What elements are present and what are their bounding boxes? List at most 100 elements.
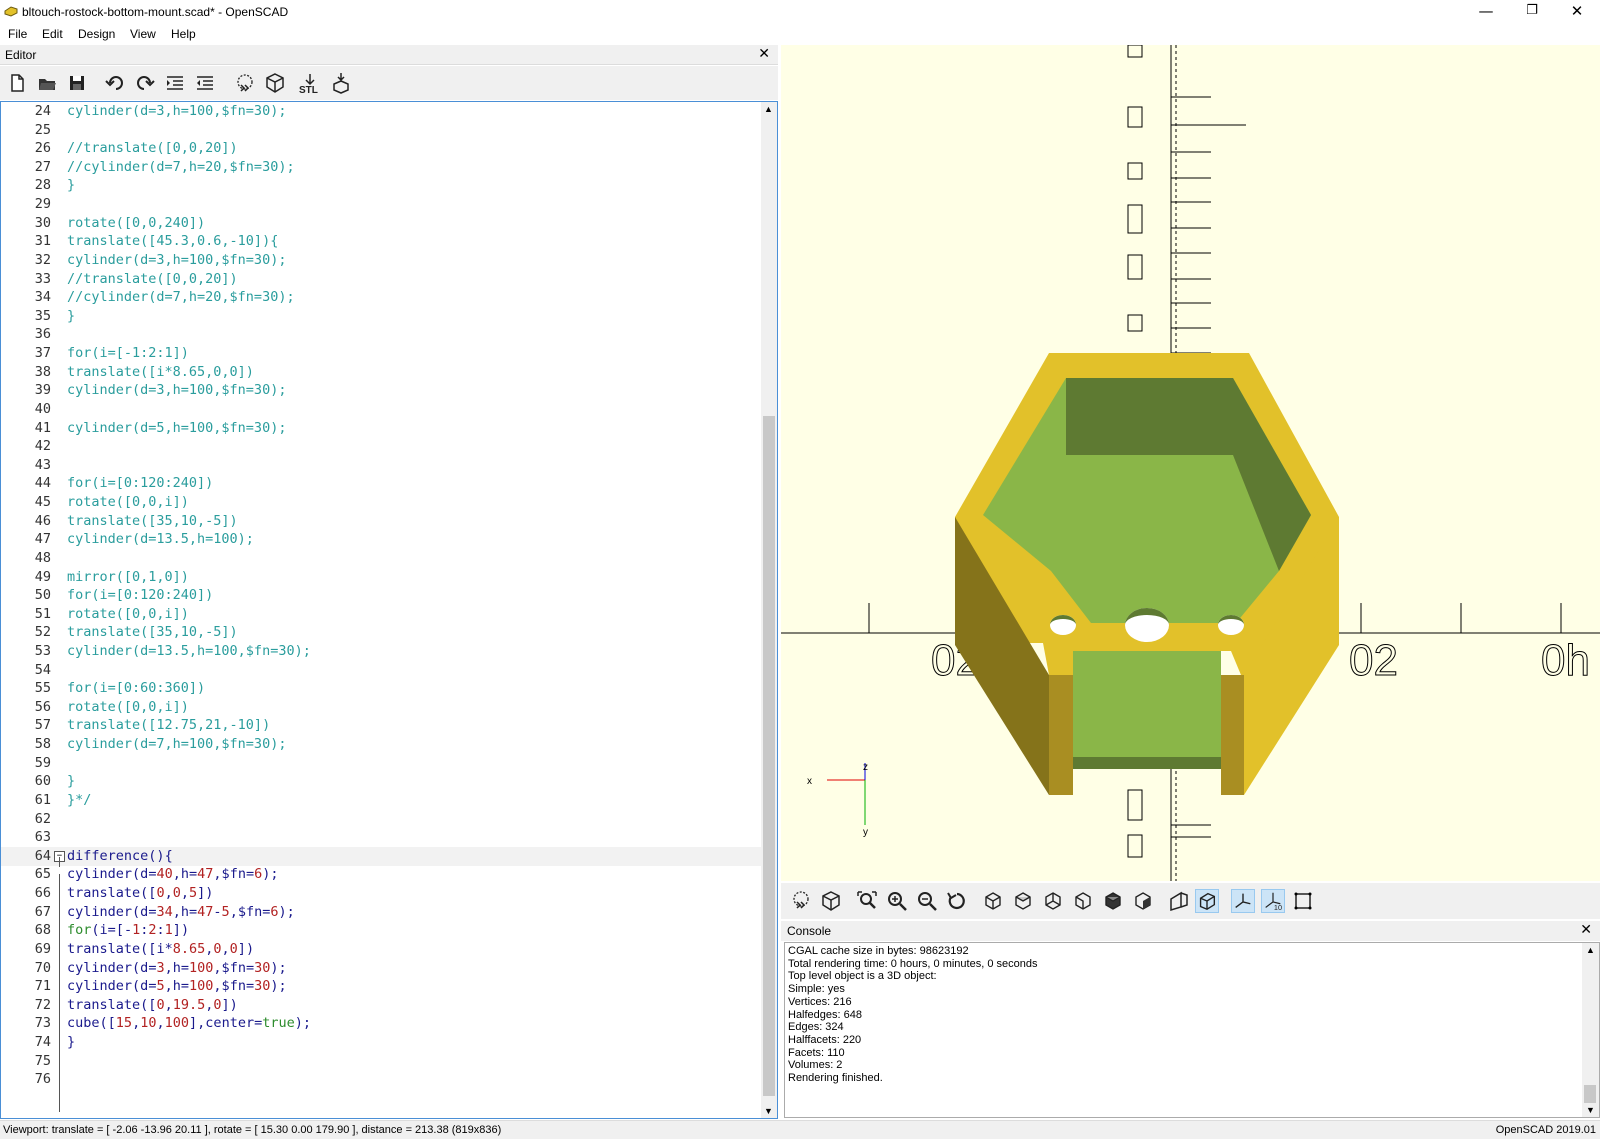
code-line[interactable]: 41 cylinder(d=5,h=100,$fn=30); (1, 419, 761, 438)
code-line[interactable]: 74} (1, 1033, 761, 1052)
code-line[interactable]: 66 translate([0,0,5]) (1, 884, 761, 903)
code-line[interactable]: 30 rotate([0,0,240]) (1, 214, 761, 233)
undo-icon[interactable] (104, 72, 126, 94)
editor-close-button[interactable]: ✕ (758, 46, 770, 62)
scroll-up-icon[interactable]: ▲ (764, 104, 773, 114)
code-line[interactable]: 44 for(i=[0:120:240]) (1, 474, 761, 493)
preview-icon[interactable] (234, 72, 256, 94)
code-line[interactable]: 35} (1, 307, 761, 326)
view-right-icon[interactable] (981, 889, 1005, 913)
code-line[interactable]: 24 cylinder(d=3,h=100,$fn=30); (1, 102, 761, 121)
code-line[interactable]: 25 (1, 121, 761, 140)
open-file-icon[interactable] (36, 72, 58, 94)
code-line[interactable]: 58 cylinder(d=7,h=100,$fn=30); (1, 735, 761, 754)
editor-scrollbar[interactable]: ▲ ▼ (761, 102, 777, 1118)
code-line[interactable]: 33 //translate([0,0,20]) (1, 270, 761, 289)
code-line[interactable]: 72 translate([0,19.5,0]) (1, 996, 761, 1015)
zoom-out-icon[interactable] (915, 889, 939, 913)
code-line[interactable]: 37 for(i=[-1:2:1]) (1, 344, 761, 363)
code-line[interactable]: 70 cylinder(d=3,h=100,$fn=30); (1, 959, 761, 978)
console-scrollbar-thumb[interactable] (1584, 1085, 1596, 1103)
editor-scrollbar-thumb[interactable] (763, 416, 775, 1096)
render-icon[interactable] (264, 72, 286, 94)
send-to-print-icon[interactable] (330, 72, 352, 94)
code-line[interactable]: 67 cylinder(d=34,h=47-5,$fn=6); (1, 903, 761, 922)
menu-view[interactable]: View (130, 27, 156, 41)
view-all-icon[interactable] (855, 889, 879, 913)
preview-icon[interactable] (789, 889, 813, 913)
code-line[interactable]: 26 //translate([0,0,20]) (1, 139, 761, 158)
view-top-icon[interactable] (1011, 889, 1035, 913)
console-close-button[interactable]: ✕ (1580, 922, 1592, 938)
show-scale-markers-icon[interactable]: 10 (1261, 889, 1285, 913)
perspective-icon[interactable] (1167, 889, 1191, 913)
code-line[interactable]: 59 (1, 754, 761, 773)
code-line[interactable]: 43 (1, 456, 761, 475)
code-line[interactable]: 56 rotate([0,0,i]) (1, 698, 761, 717)
menu-help[interactable]: Help (171, 27, 196, 41)
code-line[interactable]: 51 rotate([0,0,i]) (1, 605, 761, 624)
redo-icon[interactable] (134, 72, 156, 94)
code-line[interactable]: 27 //cylinder(d=7,h=20,$fn=30); (1, 158, 761, 177)
code-line[interactable]: 48 (1, 549, 761, 568)
export-stl-icon[interactable]: STL (298, 72, 324, 94)
scroll-down-icon[interactable]: ▼ (764, 1106, 773, 1116)
code-line[interactable]: 28} (1, 176, 761, 195)
render-icon[interactable] (819, 889, 843, 913)
code-line[interactable]: 63 (1, 828, 761, 847)
code-line[interactable]: 39 cylinder(d=3,h=100,$fn=30); (1, 381, 761, 400)
minimize-button[interactable]: — (1463, 0, 1509, 24)
code-line[interactable]: 60} (1, 772, 761, 791)
reset-view-icon[interactable] (945, 889, 969, 913)
code-line[interactable]: 50 for(i=[0:120:240]) (1, 586, 761, 605)
scroll-up-icon[interactable]: ▲ (1586, 945, 1595, 955)
view-back-icon[interactable] (1131, 889, 1155, 913)
code-line[interactable]: 68 for(i=[-1:2:1]) (1, 921, 761, 940)
unindent-icon[interactable] (194, 72, 216, 94)
code-line[interactable]: 65 cylinder(d=40,h=47,$fn=6); (1, 865, 761, 884)
code-line[interactable]: 76 (1, 1070, 761, 1089)
code-line[interactable]: 47 cylinder(d=13.5,h=100); (1, 530, 761, 549)
show-edges-icon[interactable] (1291, 889, 1315, 913)
code-line[interactable]: 40 (1, 400, 761, 419)
code-line[interactable]: 57 translate([12.75,21,-10]) (1, 716, 761, 735)
scroll-down-icon[interactable]: ▼ (1586, 1105, 1595, 1115)
code-line[interactable]: 64 difference(){ (1, 846, 761, 866)
view-front-icon[interactable] (1101, 889, 1125, 913)
code-line[interactable]: 52 translate([35,10,-5]) (1, 623, 761, 642)
view-bottom-icon[interactable] (1041, 889, 1065, 913)
code-line[interactable]: 49 mirror([0,1,0]) (1, 568, 761, 587)
menu-file[interactable]: File (8, 27, 27, 41)
code-line[interactable]: 29 (1, 195, 761, 214)
view-left-icon[interactable] (1071, 889, 1095, 913)
code-editor[interactable]: 24 cylinder(d=3,h=100,$fn=30); 25 26 //trans… (0, 101, 778, 1119)
indent-icon[interactable] (164, 72, 186, 94)
code-line[interactable]: 38 translate([i*8.65,0,0]) (1, 363, 761, 382)
code-line[interactable]: 62 (1, 810, 761, 829)
code-line[interactable]: 73 cube([15,10,100],center=true); (1, 1014, 761, 1033)
console-scrollbar[interactable]: ▲ ▼ (1582, 943, 1599, 1117)
save-icon[interactable] (66, 72, 88, 94)
close-window-button[interactable]: ✕ (1554, 0, 1600, 24)
code-line[interactable]: 36 (1, 325, 761, 344)
restore-button[interactable]: ❐ (1509, 0, 1555, 24)
hexagon-model[interactable] (955, 353, 1339, 795)
zoom-in-icon[interactable] (885, 889, 909, 913)
code-line[interactable]: 54 (1, 661, 761, 680)
code-line[interactable]: 53 cylinder(d=13.5,h=100,$fn=30); (1, 642, 761, 661)
new-file-icon[interactable] (6, 72, 28, 94)
code-line[interactable]: 34 //cylinder(d=7,h=20,$fn=30); (1, 288, 761, 307)
model-render[interactable]: 02 02 0h x z y (781, 45, 1600, 881)
code-line[interactable]: 46 translate([35,10,-5]) (1, 512, 761, 531)
code-line[interactable]: 75 (1, 1052, 761, 1071)
menu-design[interactable]: Design (78, 27, 115, 41)
code-line[interactable]: 55 for(i=[0:60:360]) (1, 679, 761, 698)
show-axes-icon[interactable] (1231, 889, 1255, 913)
code-line[interactable]: 31 translate([45.3,0.6,-10]){ (1, 232, 761, 251)
code-line[interactable]: 69 translate([i*8.65,0,0]) (1, 940, 761, 959)
menu-edit[interactable]: Edit (42, 27, 63, 41)
code-line[interactable]: 61}*/ (1, 791, 761, 810)
code-line[interactable]: 42 (1, 437, 761, 456)
console-output[interactable]: CGAL cache size in bytes: 98623192 Total … (784, 942, 1600, 1118)
code-line[interactable]: 45 rotate([0,0,i]) (1, 493, 761, 512)
